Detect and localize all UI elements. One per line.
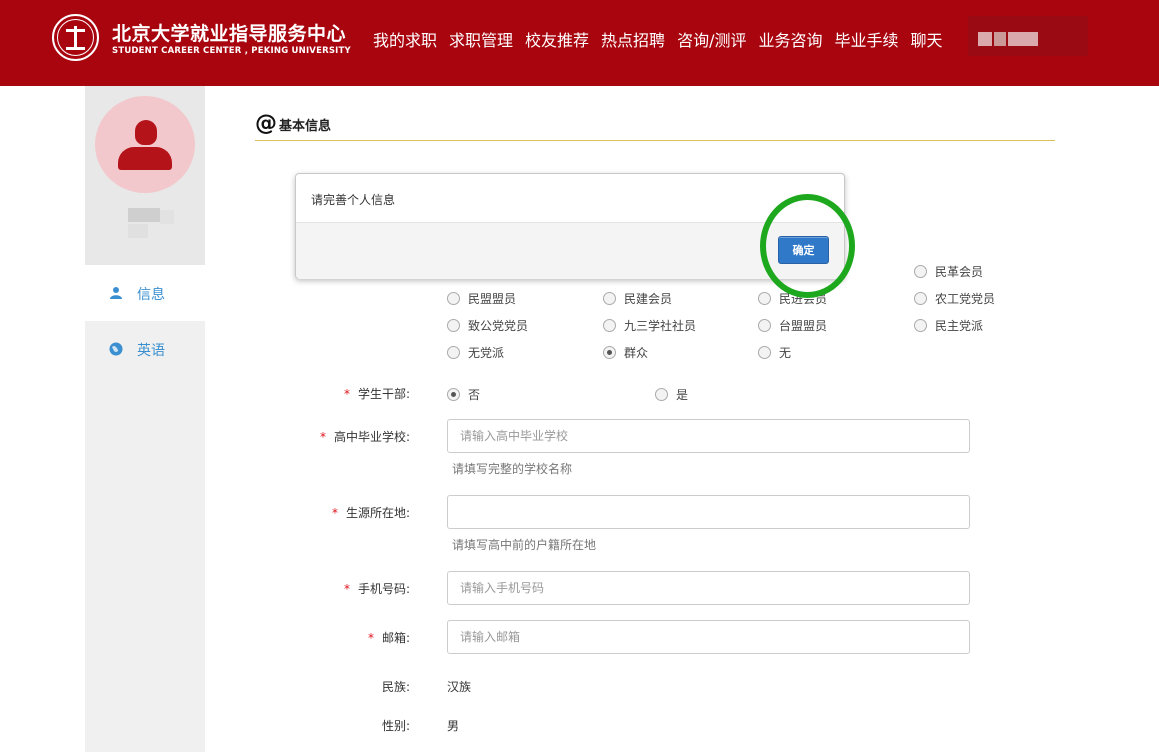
nav-alumni-referral[interactable]: 校友推荐 <box>525 27 589 51</box>
radio-circle <box>603 292 616 305</box>
avatar[interactable] <box>95 96 195 193</box>
sidebar-item-info[interactable]: 信息 <box>85 265 205 321</box>
radio-label: 民革会员 <box>935 265 984 279</box>
radio-cadre-yes[interactable]: 是 <box>655 386 688 403</box>
high-school-input[interactable] <box>447 419 970 453</box>
radio-circle <box>914 292 927 305</box>
radio-circle <box>655 388 668 401</box>
radio-circle <box>914 265 927 278</box>
globe-icon <box>109 342 123 356</box>
radio-cadre-no[interactable]: 否 <box>447 386 480 403</box>
user-account-menu[interactable] <box>968 16 1088 56</box>
radio-circle-checked <box>447 388 460 401</box>
radio-circle <box>447 292 460 305</box>
radio-label: 是 <box>676 388 689 402</box>
radio-party[interactable]: 无党派 <box>447 344 504 361</box>
nav-consult-assessment[interactable]: 咨询/测评 <box>677 27 746 51</box>
main-nav: 我的求职 求职管理 校友推荐 热点招聘 咨询/测评 业务咨询 毕业手续 聊天 <box>373 27 955 51</box>
user-name-blurred <box>128 208 176 240</box>
nav-graduation-procedures[interactable]: 毕业手续 <box>834 27 898 51</box>
radio-party-selected[interactable]: 群众 <box>603 344 648 361</box>
radio-party[interactable]: 无 <box>758 344 791 361</box>
section-title: 基本信息 <box>279 118 332 134</box>
label-gender: 性别: <box>381 719 410 733</box>
radio-label: 群众 <box>624 346 649 360</box>
nav-chat[interactable]: 聊天 <box>911 27 943 51</box>
radio-circle <box>447 346 460 359</box>
radio-party[interactable]: 民建会员 <box>603 290 672 307</box>
radio-party[interactable]: 农工党党员 <box>914 290 995 307</box>
user-icon <box>110 287 122 299</box>
gender-value: 男 <box>447 719 460 733</box>
radio-label: 民主党派 <box>935 319 984 333</box>
dialog-message: 请完善个人信息 <box>311 193 396 207</box>
brand-subtitle: STUDENT CAREER CENTER , PEKING UNIVERSIT… <box>112 46 351 56</box>
origin-input[interactable] <box>447 495 970 529</box>
label-origin: * 生源所在地: <box>331 506 410 520</box>
radio-label: 九三学社社员 <box>624 319 697 333</box>
top-header: 北京大学就业指导服务中心 STUDENT CAREER CENTER , PEK… <box>0 0 1159 86</box>
nav-business-consult[interactable]: 业务咨询 <box>758 27 822 51</box>
radio-label: 致公党党员 <box>468 319 529 333</box>
label-high-school: * 高中毕业学校: <box>319 430 410 444</box>
label-phone: * 手机号码: <box>343 582 410 596</box>
high-school-hint: 请填写完整的学校名称 <box>452 462 573 476</box>
radio-party[interactable]: 九三学社社员 <box>603 317 696 334</box>
radio-party[interactable]: 台盟盟员 <box>758 317 827 334</box>
radio-label: 台盟盟员 <box>779 319 828 333</box>
radio-party[interactable]: 民盟盟员 <box>447 290 516 307</box>
radio-party[interactable]: 致公党党员 <box>447 317 528 334</box>
section-divider <box>255 140 1055 141</box>
at-sign-icon: @ <box>255 111 277 136</box>
radio-party[interactable]: 民进会员 <box>758 290 827 307</box>
radio-label: 否 <box>468 388 481 402</box>
radio-circle-checked <box>603 346 616 359</box>
dialog-footer <box>296 222 844 279</box>
label-email: * 邮箱: <box>367 631 410 645</box>
radio-circle <box>603 319 616 332</box>
nav-hot-recruitment[interactable]: 热点招聘 <box>601 27 665 51</box>
radio-label: 民进会员 <box>779 292 828 306</box>
phone-input[interactable] <box>447 571 970 605</box>
nav-my-job-search[interactable]: 我的求职 <box>373 27 437 51</box>
sidebar-item-label: 信息 <box>137 287 165 303</box>
confirm-button[interactable]: 确定 <box>778 236 829 264</box>
radio-label: 无党派 <box>468 346 505 360</box>
pku-logo-icon[interactable] <box>52 14 99 61</box>
left-sidebar: 信息 英语 <box>85 86 205 752</box>
radio-label: 民建会员 <box>624 292 673 306</box>
label-ethnicity: 民族: <box>381 680 410 694</box>
nav-job-management[interactable]: 求职管理 <box>449 27 513 51</box>
sidebar-item-english[interactable]: 英语 <box>85 321 205 377</box>
radio-label: 无 <box>779 346 792 360</box>
brand-title[interactable]: 北京大学就业指导服务中心 <box>112 19 346 46</box>
label-student-cadre: * 学生干部: <box>343 387 410 401</box>
radio-circle <box>758 346 771 359</box>
radio-circle <box>758 292 771 305</box>
profile-card <box>85 86 205 265</box>
radio-party[interactable]: 民主党派 <box>914 317 983 334</box>
section-header: @ 基本信息 <box>255 113 331 135</box>
origin-hint: 请填写高中前的户籍所在地 <box>452 538 597 552</box>
radio-party-minge[interactable]: 民革会员 <box>914 263 983 280</box>
sidebar-item-label: 英语 <box>137 343 165 359</box>
radio-circle <box>447 319 460 332</box>
radio-circle <box>914 319 927 332</box>
radio-circle <box>758 319 771 332</box>
radio-label: 农工党党员 <box>935 292 996 306</box>
email-input[interactable] <box>447 620 970 654</box>
alert-dialog: 请完善个人信息 <box>295 173 845 279</box>
ethnicity-value: 汉族 <box>447 680 472 694</box>
radio-label: 民盟盟员 <box>468 292 517 306</box>
